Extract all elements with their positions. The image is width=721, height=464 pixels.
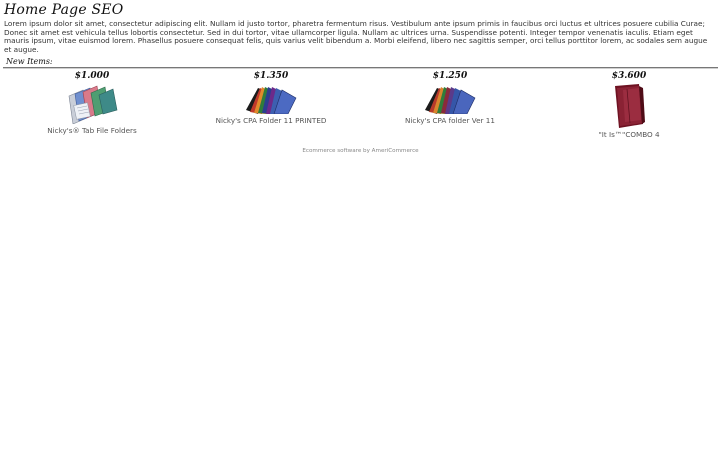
intro-paragraph: Lorem ipsum dolor sit amet, consectetur … [4,19,708,54]
product-price: $1.000 [74,71,110,81]
product-card[interactable]: $1.350 Nicky's CPA Folder 11 PRINTED [182,70,360,125]
footer-link[interactable]: Ecommerce software by AmeriCommerce [302,148,418,154]
new-items-label: New Items: [6,57,53,66]
product-name-link[interactable]: Nicky's® Tab File Folders [3,126,181,135]
product-price: $3.600 [611,71,647,81]
product-name-link[interactable]: "It Is™"COMBO 4 [540,130,718,139]
divider [3,67,718,69]
maroon-folder-image[interactable] [609,84,649,128]
product-price: $1.350 [253,71,289,81]
product-card[interactable]: $3.600 "It Is™"COMBO 4 [540,70,718,139]
product-name-link[interactable]: Nicky's CPA Folder 11 PRINTED [182,116,360,125]
product-price: $1.250 [432,71,468,81]
tab-file-folders-image[interactable] [63,84,121,124]
page-title: Home Page SEO [4,2,124,18]
footer-credit: Ecommerce software by AmeriCommerce [0,148,721,154]
product-card[interactable]: $1.250 Nicky's CPA folder Ver 11 [361,70,539,125]
product-name-link[interactable]: Nicky's CPA folder Ver 11 [361,116,539,125]
new-items-grid: $1.000 Nicky's® Tab File Folders $1.350 [3,70,718,146]
cpa-folder-fan-image[interactable] [421,84,479,114]
product-card[interactable]: $1.000 Nicky's® Tab File Folders [3,70,181,135]
cpa-folder-fan-image[interactable] [242,84,300,114]
